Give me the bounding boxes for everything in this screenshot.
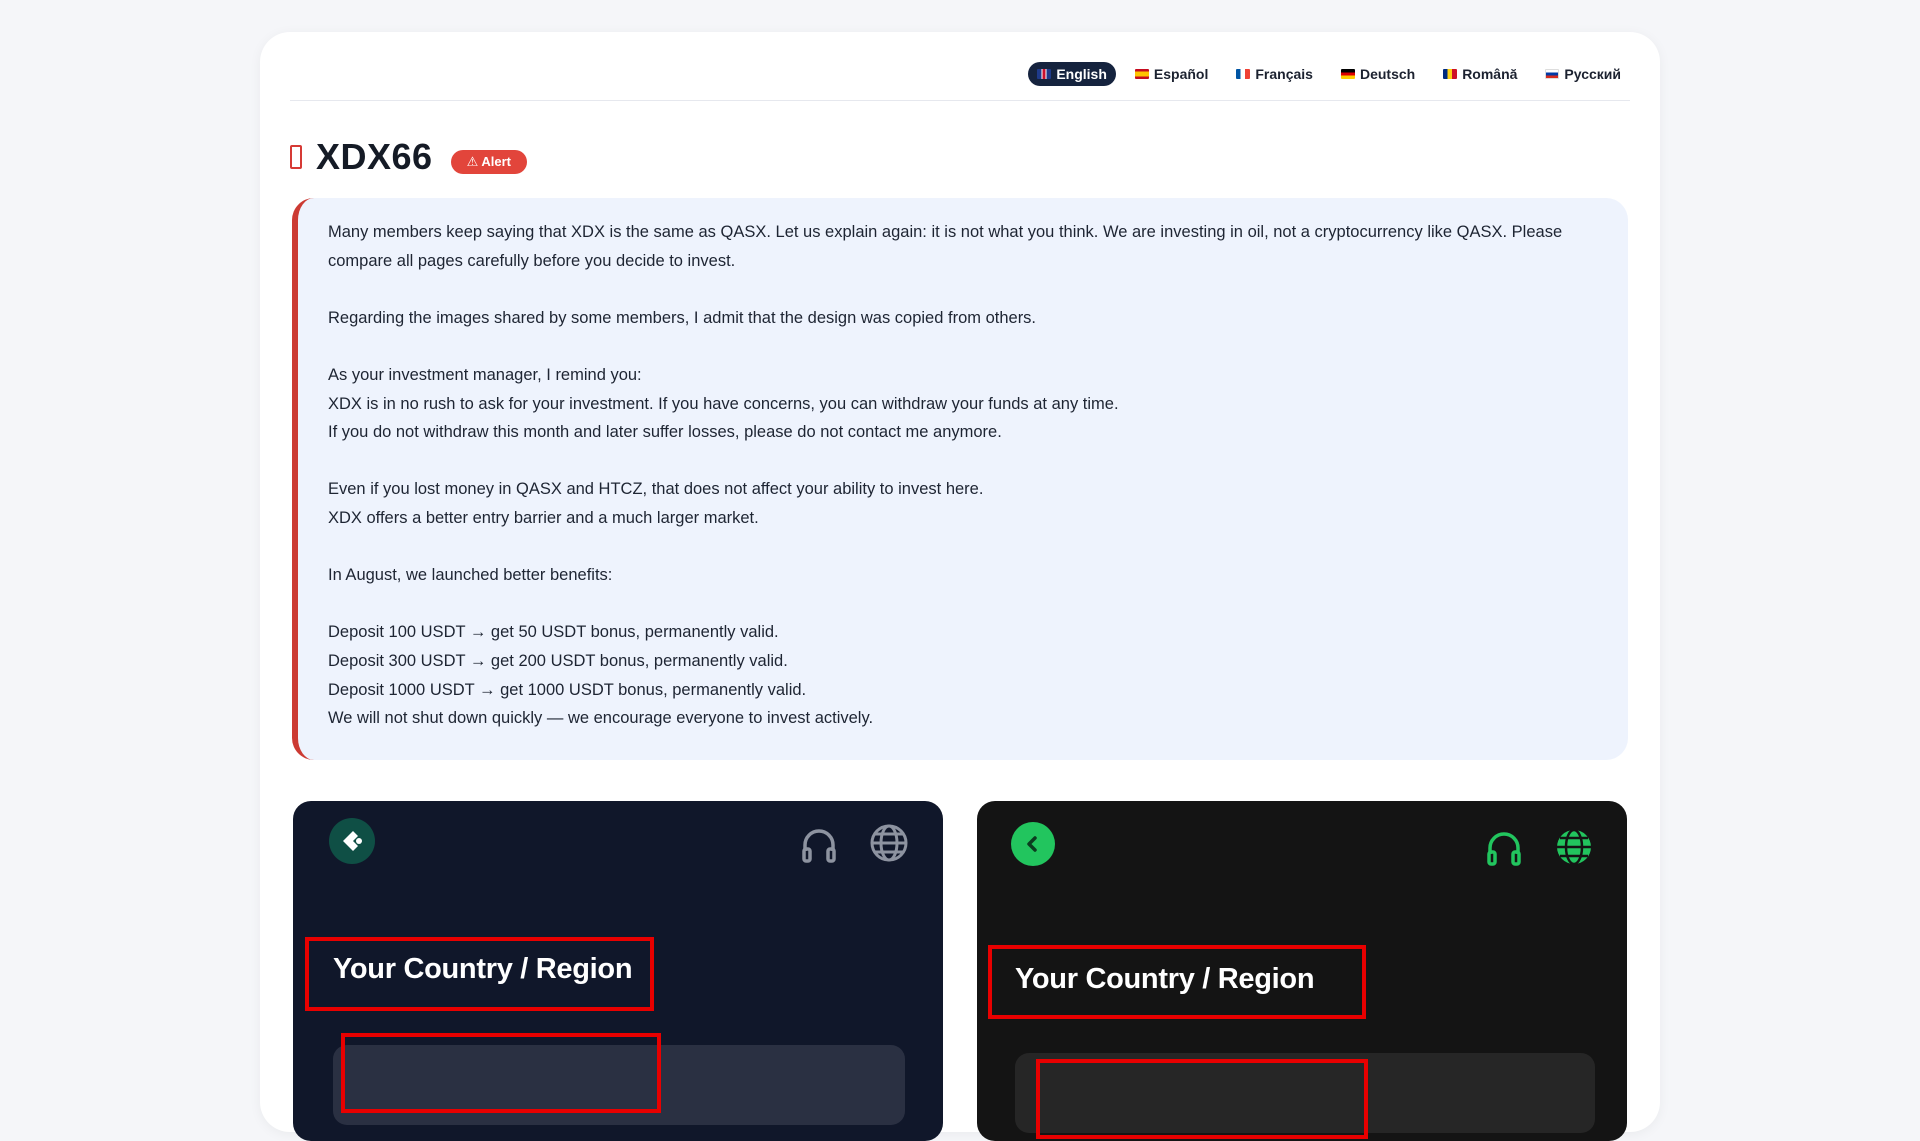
screenshot-left: Your Country / Region — [293, 801, 943, 1141]
screenshot-right: Your Country / Region — [977, 801, 1627, 1141]
main-card: English Español Français Deutsch Română … — [260, 32, 1660, 1141]
region-title: Your Country / Region — [1015, 963, 1315, 995]
alert-line: Deposit 300 USDT → get 200 USDT bonus, p… — [328, 651, 788, 670]
alert-line: Many members keep saying that XDX is the… — [328, 223, 1563, 270]
lang-french[interactable]: Français — [1227, 62, 1322, 86]
language-switcher: English Español Français Deutsch Română … — [290, 62, 1630, 101]
alert-line: In August, we launched better benefits: — [328, 566, 613, 585]
lang-german[interactable]: Deutsch — [1332, 62, 1424, 86]
page-header: XDX66 ⚠ Alert — [290, 132, 527, 182]
headset-icon — [799, 825, 839, 865]
page-title: XDX66 — [316, 136, 433, 177]
alert-message: Many members keep saying that XDX is the… — [292, 198, 1628, 760]
red-highlight-box — [341, 1033, 661, 1113]
france-flag-icon — [1236, 69, 1251, 79]
uk-flag-icon — [1037, 69, 1052, 79]
lang-label: English — [1056, 66, 1107, 82]
alert-line: As your investment manager, I remind you… — [328, 365, 642, 384]
alert-line: Regarding the images shared by some memb… — [328, 308, 1037, 327]
romania-flag-icon — [1443, 69, 1458, 79]
alert-line: Deposit 100 USDT → get 50 USDT bonus, pe… — [328, 623, 779, 642]
lang-label: Deutsch — [1359, 66, 1416, 82]
alert-line: Deposit 1000 USDT → get 1000 USDT bonus,… — [328, 680, 807, 699]
lang-spanish[interactable]: Español — [1126, 62, 1217, 86]
lang-english[interactable]: English — [1028, 62, 1116, 86]
back-arrow-icon — [329, 818, 375, 864]
germany-flag-icon — [1340, 69, 1355, 79]
lang-russian[interactable]: Русский — [1536, 62, 1630, 86]
lang-label: Français — [1255, 66, 1313, 82]
lang-label: Русский — [1564, 66, 1621, 82]
lang-romanian[interactable]: Română — [1434, 62, 1526, 86]
alert-line: If you do not withdraw this month and la… — [328, 423, 1002, 442]
alert-line: We will not shut down quickly — we encou… — [328, 709, 874, 728]
back-arrow-icon — [1011, 822, 1055, 866]
lang-label: Română — [1462, 66, 1518, 82]
alert-line: Even if you lost money in QASX and HTCZ,… — [328, 480, 984, 499]
headset-icon — [1484, 828, 1524, 868]
alert-line: XDX offers a better entry barrier and a … — [328, 508, 759, 527]
region-title: Your Country / Region — [333, 953, 633, 985]
warning-glyph-icon — [290, 145, 302, 169]
russia-flag-icon — [1545, 69, 1560, 79]
alert-badge: ⚠ Alert — [450, 150, 527, 174]
globe-icon — [1554, 827, 1594, 867]
lang-label: Español — [1153, 66, 1209, 82]
globe-icon — [869, 823, 909, 863]
alert-line: XDX is in no rush to ask for your invest… — [328, 394, 1119, 413]
spain-flag-icon — [1134, 69, 1149, 79]
red-highlight-box — [1036, 1059, 1368, 1139]
